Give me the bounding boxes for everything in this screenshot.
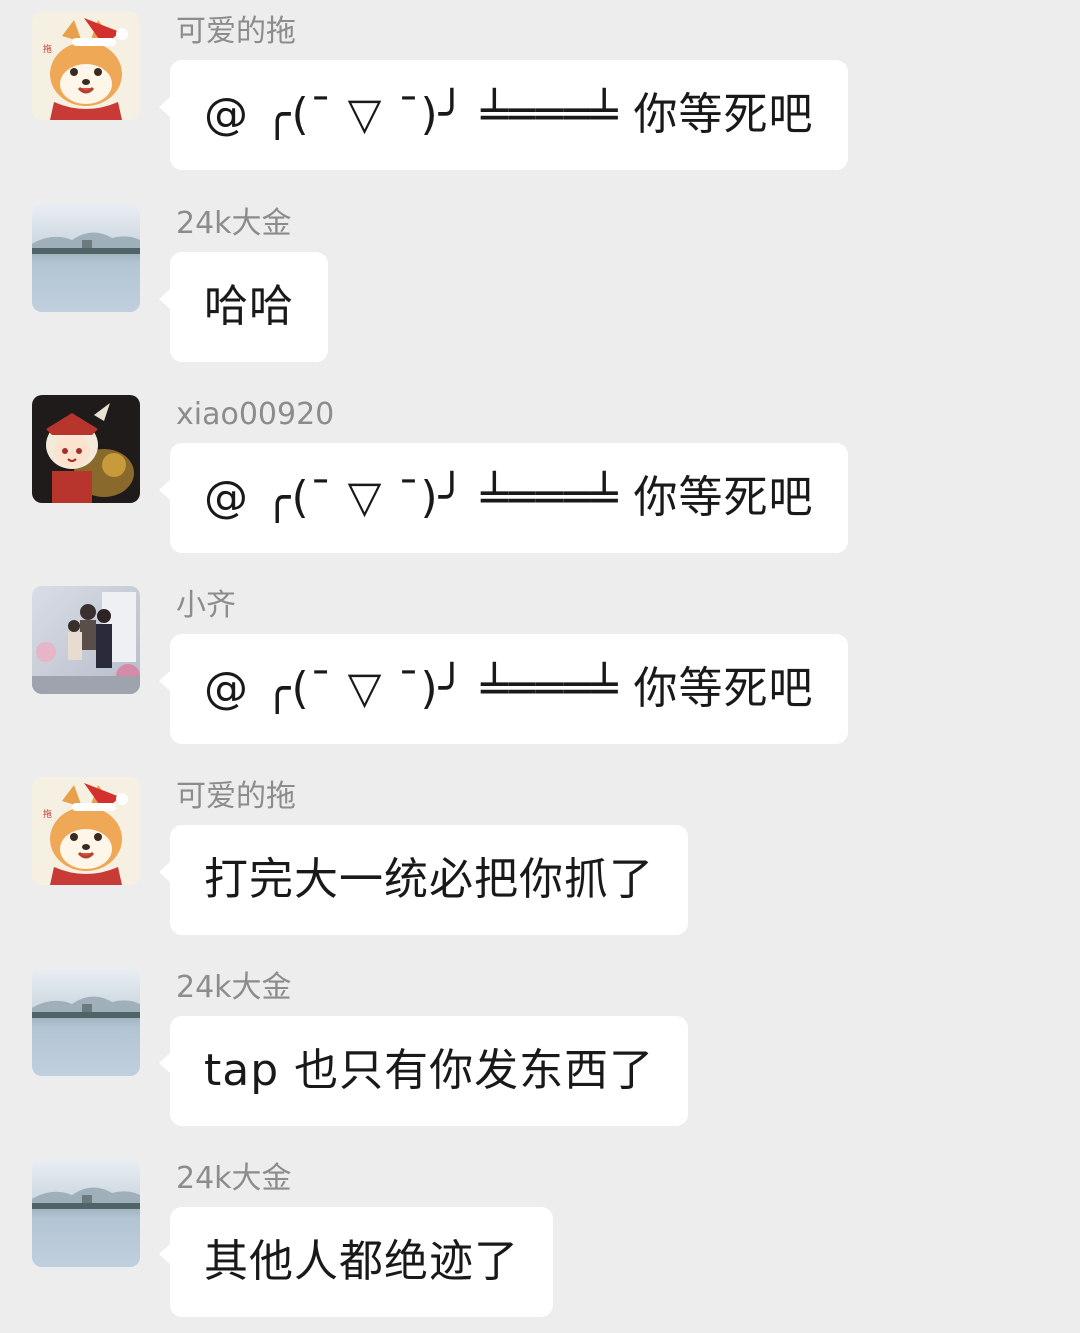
shiba-dog-santa-hat-icon: 拖 bbox=[32, 12, 140, 120]
message-text: @ ╭(ˉ ▽ ˉ)╯ ╧═══╧ 你等死吧 bbox=[204, 663, 814, 714]
message-text: @ ╭(ˉ ▽ ˉ)╯ ╧═══╧ 你等死吧 bbox=[204, 89, 814, 140]
sender-name: 24k大金 bbox=[176, 206, 292, 241]
avatar[interactable] bbox=[32, 968, 140, 1076]
lake-landscape-icon bbox=[32, 1159, 140, 1267]
message-text: @ ╭(ˉ ▽ ˉ)╯ ╧═══╧ 你等死吧 bbox=[204, 472, 814, 523]
anime-character-icon bbox=[32, 395, 140, 503]
message-bubble[interactable]: @ ╭(ˉ ▽ ˉ)╯ ╧═══╧ 你等死吧 bbox=[159, 634, 848, 744]
svg-text:拖: 拖 bbox=[43, 43, 52, 55]
sender-name: 小齐 bbox=[176, 588, 236, 623]
avatar[interactable] bbox=[32, 204, 140, 312]
message-text: 哈哈 bbox=[204, 281, 294, 332]
sender-name: 可爱的拖 bbox=[176, 14, 296, 49]
message-bubble[interactable]: 打完大一统必把你抓了 bbox=[159, 825, 688, 935]
avatar[interactable] bbox=[32, 586, 140, 694]
avatar[interactable]: 拖 bbox=[32, 12, 140, 120]
lake-landscape-icon bbox=[32, 204, 140, 312]
message-bubble[interactable]: @ ╭(ˉ ▽ ˉ)╯ ╧═══╧ 你等死吧 bbox=[159, 60, 848, 170]
avatar[interactable] bbox=[32, 1159, 140, 1267]
message-bubble[interactable]: tap 也只有你发东西了 bbox=[158, 1016, 689, 1126]
shiba-dog-santa-hat-icon: 拖 bbox=[32, 777, 140, 885]
lake-landscape-icon bbox=[32, 968, 140, 1076]
sender-name: 可爱的拖 bbox=[176, 779, 296, 814]
sender-name: xiao00920 bbox=[176, 397, 335, 432]
sender-name: 24k大金 bbox=[176, 1161, 292, 1196]
message-bubble[interactable]: 哈哈 bbox=[159, 252, 328, 362]
sender-name: 24k大金 bbox=[176, 970, 292, 1005]
svg-text:拖: 拖 bbox=[43, 808, 52, 820]
message-text: tap 也只有你发东西了 bbox=[204, 1045, 655, 1096]
family-photo-icon bbox=[32, 586, 140, 694]
avatar[interactable] bbox=[32, 395, 140, 503]
message-bubble[interactable]: @ ╭(ˉ ▽ ˉ)╯ ╧═══╧ 你等死吧 bbox=[159, 443, 848, 553]
message-bubble[interactable]: 其他人都绝迹了 bbox=[159, 1207, 553, 1317]
message-text: 其他人都绝迹了 bbox=[204, 1236, 519, 1287]
avatar[interactable]: 拖 bbox=[32, 777, 140, 885]
message-text: 打完大一统必把你抓了 bbox=[204, 854, 654, 905]
